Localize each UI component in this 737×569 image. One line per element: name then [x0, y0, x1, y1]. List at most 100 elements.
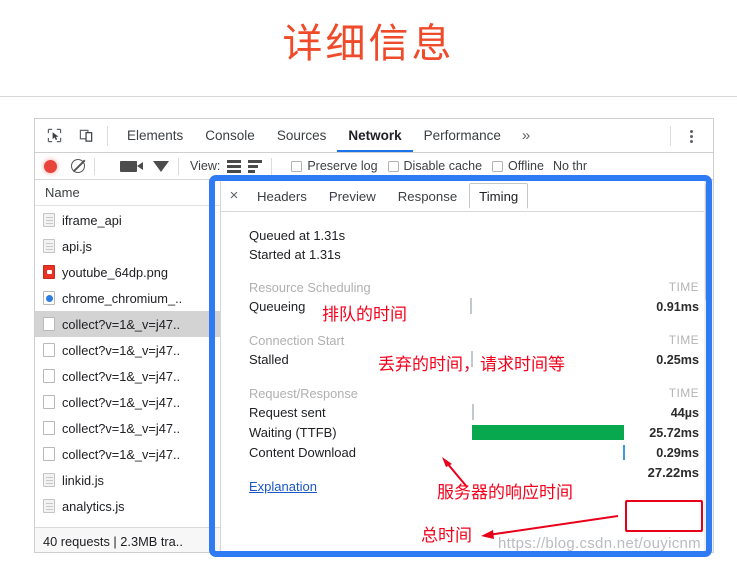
title-band: 详细信息 [0, 0, 737, 97]
view-list-icon[interactable] [227, 159, 242, 173]
request-name: linkid.js [62, 472, 104, 488]
tab-performance[interactable]: Performance [413, 119, 512, 152]
tab-elements[interactable]: Elements [116, 119, 194, 152]
annotation-stalled: 丢弃的时间，请求时间等 [378, 355, 565, 375]
offline-checkbox[interactable] [492, 160, 504, 172]
timing-row-label: Queueing [249, 299, 306, 314]
request-name: collect?v=1&_v=j47.. [62, 342, 181, 358]
timing-row-queueing: Queueing 0.91ms [249, 297, 713, 317]
blank-document-icon [43, 317, 55, 331]
detail-scrollbar-thumb[interactable] [705, 182, 712, 302]
group-request-response: Request/Response TIME Request sent 44µs … [249, 384, 713, 463]
page-title: 详细信息 [282, 21, 455, 67]
requests-column-header[interactable]: Name [35, 180, 220, 206]
filter-icon[interactable] [153, 160, 169, 172]
inspect-element-icon[interactable] [41, 123, 67, 149]
optbar-divider-1 [94, 157, 95, 175]
timing-row-value: 0.91ms [656, 300, 699, 314]
annotation-ttfb: 服务器的响应时间 [437, 483, 573, 503]
devtools-tabbar-right [662, 123, 713, 149]
list-item[interactable]: collect?v=1&_v=j47.. [35, 389, 220, 415]
optbar-divider-3 [271, 157, 273, 175]
list-item[interactable]: chrome_chromium_.. [35, 285, 220, 311]
more-options-icon[interactable] [679, 123, 705, 149]
timing-row-label: Content Download [249, 445, 356, 460]
blank-document-icon [43, 447, 55, 461]
group-title: Resource Scheduling TIME [249, 278, 713, 297]
timing-row-waiting-ttfb: Waiting (TTFB) 25.72ms [249, 423, 713, 443]
blank-document-icon [43, 343, 55, 357]
close-icon[interactable]: × [221, 187, 247, 204]
preserve-log-checkbox[interactable] [291, 160, 303, 172]
requests-list[interactable]: iframe_api api.js youtube_64dp.png chrom… [35, 207, 220, 527]
timing-bar-area [467, 403, 642, 423]
document-icon [43, 473, 55, 487]
tab-preview[interactable]: Preview [319, 183, 386, 209]
network-body: Name iframe_api api.js youtube_64dp.png [35, 180, 713, 552]
devtools-window: Elements Console Sources Network Perform… [34, 118, 714, 553]
request-name: collect?v=1&_v=j47.. [62, 446, 181, 462]
explanation-link[interactable]: Explanation [249, 479, 317, 494]
request-name: iframe_api [62, 212, 122, 228]
request-name: collect?v=1&_v=j47.. [62, 368, 181, 384]
list-item[interactable]: collect?v=1&_v=j47.. [35, 337, 220, 363]
more-tabs-icon[interactable]: » [512, 127, 540, 144]
timing-row-request-sent: Request sent 44µs [249, 403, 713, 423]
camera-icon[interactable] [120, 160, 143, 172]
list-item-selected[interactable]: collect?v=1&_v=j47.. [35, 311, 220, 337]
view-label: View: [190, 159, 221, 173]
timing-row-label: Request sent [249, 405, 326, 420]
request-name: collect?v=1&_v=j47.. [62, 394, 181, 410]
blank-document-icon [43, 395, 55, 409]
toolbar-divider-right [670, 125, 671, 146]
content-download-bar [623, 445, 625, 460]
document-icon [43, 499, 55, 513]
request-name: collect?v=1&_v=j47.. [62, 316, 181, 332]
tab-console[interactable]: Console [194, 119, 266, 152]
tab-network[interactable]: Network [337, 119, 412, 152]
request-name: api.js [62, 238, 92, 254]
throttle-label[interactable]: No thr [553, 159, 587, 173]
list-item[interactable]: collect?v=1&_v=j47.. [35, 441, 220, 467]
time-column-header: TIME [668, 386, 699, 400]
detail-scrollbar[interactable] [704, 180, 713, 552]
request-name: chrome_chromium_.. [62, 290, 183, 306]
optbar-divider-2 [178, 157, 179, 175]
device-toolbar-icon[interactable] [73, 123, 99, 149]
other-resource-icon [43, 291, 55, 305]
inspect-element-glyph [47, 128, 61, 143]
list-item[interactable]: youtube_64dp.png [35, 259, 220, 285]
list-item[interactable]: iframe_api [35, 207, 220, 233]
blank-document-icon [43, 421, 55, 435]
view-waterfall-icon[interactable] [248, 159, 263, 173]
annotation-total: 总时间 [421, 526, 472, 546]
tab-response[interactable]: Response [388, 183, 467, 209]
tab-sources[interactable]: Sources [266, 119, 338, 152]
group-resource-scheduling: Resource Scheduling TIME Queueing 0.91ms [249, 278, 713, 317]
request-name: youtube_64dp.png [62, 264, 169, 280]
list-item[interactable]: analytics.js [35, 493, 220, 519]
timing-row-label: Waiting (TTFB) [249, 425, 337, 440]
list-item[interactable]: linkid.js [35, 467, 220, 493]
clear-icon[interactable] [71, 159, 85, 173]
timing-row-value: 44µs [670, 406, 699, 420]
timing-row-value: 0.29ms [656, 446, 699, 460]
offline-label: Offline [508, 159, 544, 173]
started-at-label: Started at 1.31s [249, 247, 341, 262]
disable-cache-checkbox[interactable] [387, 160, 399, 172]
list-item[interactable]: collect?v=1&_v=j47.. [35, 363, 220, 389]
ttfb-bar [472, 425, 624, 440]
record-button[interactable] [44, 159, 57, 173]
list-item[interactable]: api.js [35, 233, 220, 259]
network-options-bar: View: Preserve log Disable cache Offline… [35, 153, 713, 180]
tab-timing[interactable]: Timing [469, 182, 529, 209]
tab-headers[interactable]: Headers [247, 183, 317, 209]
list-item[interactable]: collect?v=1&_v=j47.. [35, 415, 220, 441]
watermark: https://blog.csdn.net/ouyicnm [498, 535, 701, 552]
total-time-value: 27.22ms [647, 465, 699, 480]
devtools-tabbar: Elements Console Sources Network Perform… [35, 119, 713, 153]
timing-bar-area [467, 443, 642, 463]
disable-cache-label: Disable cache [403, 159, 483, 173]
group-title: Connection Start TIME [249, 331, 713, 350]
queueing-tick [470, 298, 472, 314]
